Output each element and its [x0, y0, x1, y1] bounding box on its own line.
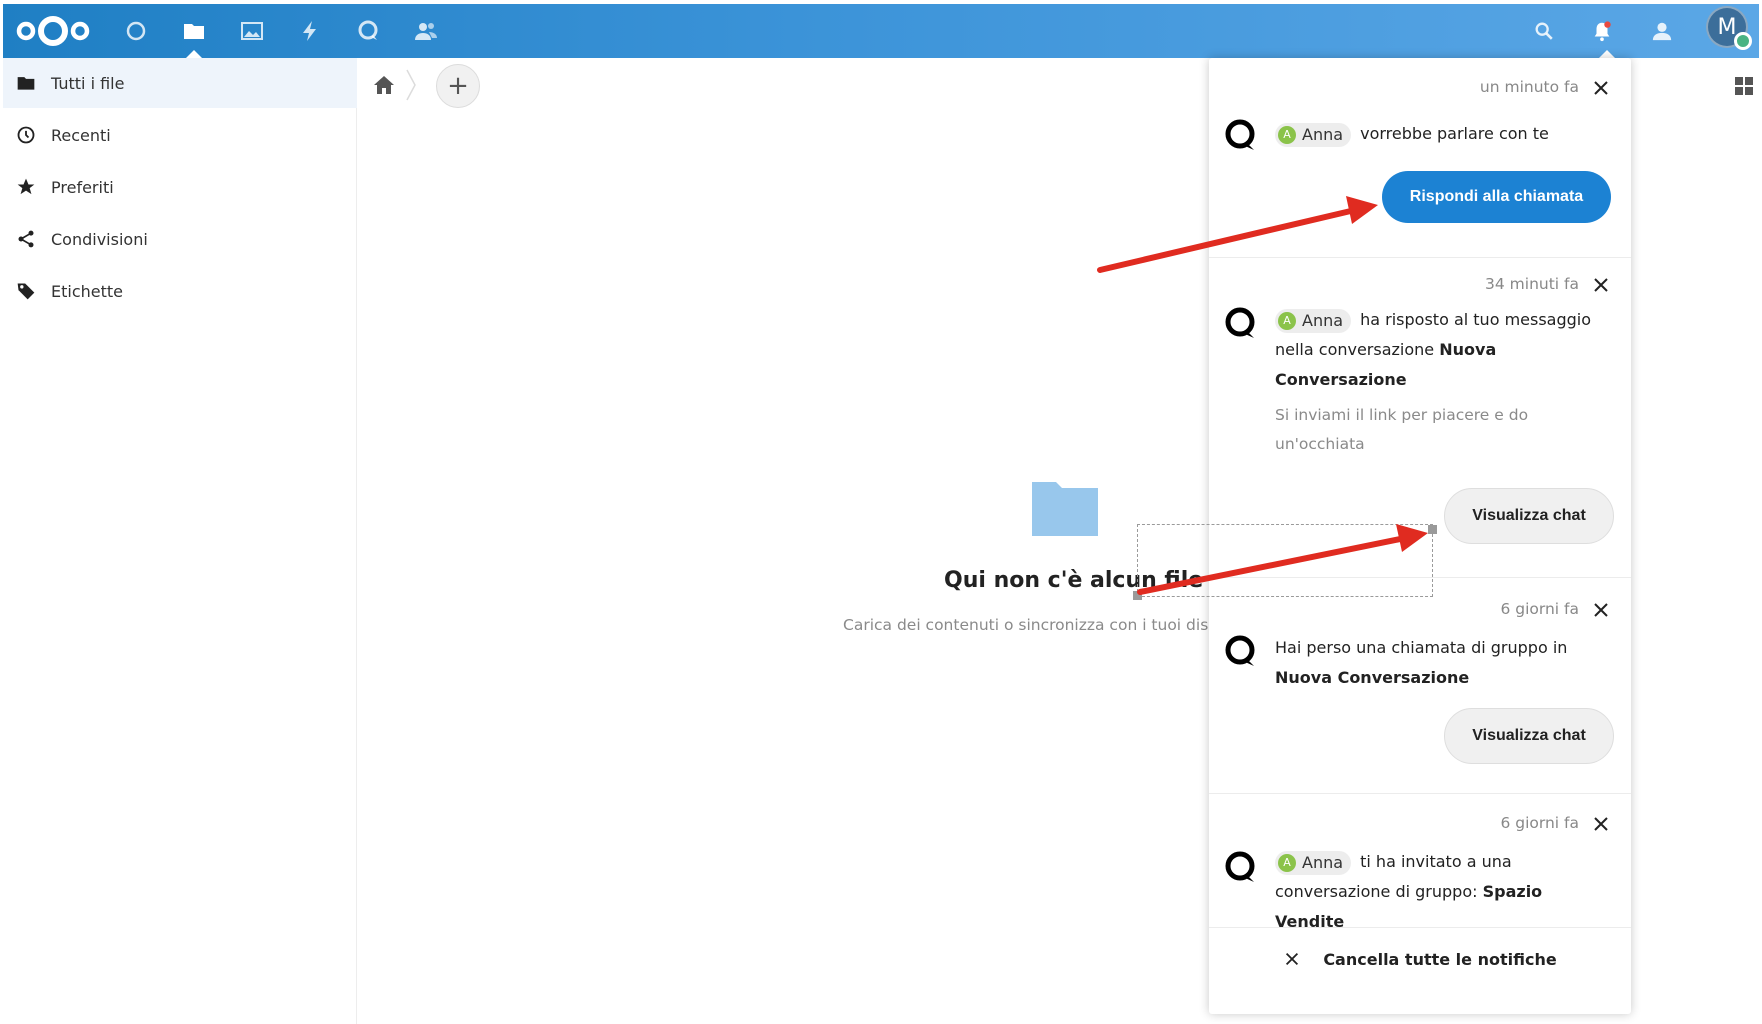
close-icon: [1594, 81, 1608, 95]
dismiss-notification-button[interactable]: [1591, 275, 1611, 295]
app-activity[interactable]: [291, 12, 329, 50]
view-chat-button[interactable]: Visualizza chat: [1444, 488, 1614, 544]
selection-handle: [1133, 591, 1142, 600]
clock-icon: [15, 124, 37, 146]
notification-time: 6 giorni fa: [1500, 600, 1579, 618]
contacts-icon: [415, 23, 437, 40]
user-avatar-small: A: [1278, 311, 1296, 330]
nav-all-files[interactable]: Tutti i file: [3, 58, 357, 108]
user-name: Anna: [1302, 124, 1344, 144]
notification-message: A Anna vorrebbe parlare con te: [1275, 119, 1615, 149]
user-name: Anna: [1302, 310, 1344, 330]
nav-recent[interactable]: Recenti: [3, 110, 357, 160]
user-name: Anna: [1302, 852, 1344, 872]
close-icon: [1594, 278, 1608, 292]
talk-app-icon: [1224, 306, 1258, 340]
close-icon: [1594, 817, 1608, 831]
empty-folder-icon: [1032, 482, 1098, 536]
selection-box: [1137, 524, 1433, 597]
nav-label: Preferiti: [51, 177, 114, 197]
user-chip[interactable]: A Anna: [1275, 308, 1352, 333]
close-icon: [1594, 603, 1608, 617]
bell-icon: [1594, 21, 1611, 42]
avatar-initial: M: [1717, 14, 1737, 40]
view-chat-button[interactable]: Visualizza chat: [1444, 708, 1614, 764]
notification-time: 6 giorni fa: [1500, 814, 1579, 832]
app-contacts[interactable]: [407, 12, 445, 50]
app-files[interactable]: [175, 12, 213, 58]
notifications-button[interactable]: [1583, 12, 1621, 50]
nav-shares[interactable]: Condivisioni: [3, 214, 357, 264]
talk-app-icon: [1224, 850, 1258, 884]
search-icon: [1535, 22, 1553, 40]
star-icon: [15, 176, 37, 198]
dismiss-notification-button[interactable]: [1591, 814, 1611, 834]
search-button[interactable]: [1525, 12, 1563, 50]
talk-app-icon: [1224, 118, 1258, 152]
home-icon[interactable]: [372, 73, 396, 97]
app-talk[interactable]: [349, 12, 387, 50]
user-chip[interactable]: A Anna: [1275, 850, 1352, 875]
answer-call-button[interactable]: Rispondi alla chiamata: [1382, 171, 1611, 223]
notification-item: 6 giorni fa A Anna ti ha invitato a una c…: [1209, 794, 1631, 931]
message-preview: Si inviami il link per piacere e do un'o…: [1275, 406, 1529, 453]
image-icon: [241, 22, 263, 40]
user-avatar-small: A: [1278, 125, 1296, 144]
lightning-icon: [303, 21, 316, 41]
folder-icon: [184, 24, 204, 39]
close-icon: [1286, 952, 1299, 966]
clear-all-label: Cancella tutte le notifiche: [1323, 949, 1557, 969]
top-bar: [3, 4, 1759, 58]
nav-label: Etichette: [51, 281, 123, 301]
conversation-name[interactable]: Nuova Conversazione: [1275, 668, 1469, 687]
selection-handle: [1428, 525, 1437, 534]
nav-label: Recenti: [51, 125, 111, 145]
notification-text: Hai perso una chiamata di gruppo in: [1275, 638, 1568, 657]
breadcrumb-separator: [406, 69, 416, 101]
nextcloud-logo[interactable]: [14, 10, 92, 52]
nav-label: Tutti i file: [51, 73, 125, 93]
notification-message: A Anna ti ha invitato a una conversazione…: [1275, 847, 1615, 937]
circle-icon: [126, 21, 146, 41]
notification-time: un minuto fa: [1479, 78, 1579, 96]
notification-text: vorrebbe parlare con te: [1360, 124, 1549, 143]
notification-message: Hai perso una chiamata di gruppo in Nuov…: [1275, 633, 1615, 693]
notification-item: un minuto fa A Anna vorrebbe parlare con …: [1209, 58, 1631, 258]
app-dashboard[interactable]: [117, 12, 155, 50]
talk-icon: [358, 20, 378, 40]
dismiss-notification-button[interactable]: [1591, 78, 1611, 98]
grid-view-icon[interactable]: [1734, 76, 1754, 96]
clear-all-notifications-button[interactable]: Cancella tutte le notifiche: [1209, 928, 1631, 990]
dismiss-notification-button[interactable]: [1591, 600, 1611, 620]
folder-icon: [15, 72, 37, 94]
new-file-button[interactable]: +: [436, 64, 480, 108]
notification-item: 6 giorni fa Hai perso una chiamata di gr…: [1209, 578, 1631, 794]
nav-favorites[interactable]: Preferiti: [3, 162, 357, 212]
user-chip[interactable]: A Anna: [1275, 122, 1352, 147]
contacts-menu-button[interactable]: [1643, 12, 1681, 50]
talk-app-icon: [1224, 634, 1258, 668]
app-navigation: Tutti i file Recenti Preferiti Condivisi…: [3, 58, 357, 1024]
online-status-dot: [1734, 32, 1752, 50]
nav-label: Condivisioni: [51, 229, 148, 249]
user-avatar-small: A: [1278, 853, 1296, 872]
notification-time: 34 minuti fa: [1485, 275, 1579, 293]
app-photos[interactable]: [233, 12, 271, 50]
tag-icon: [15, 280, 37, 302]
empty-content-subtitle: Carica dei contenuti o sincronizza con i…: [843, 616, 1210, 634]
nav-tags[interactable]: Etichette: [3, 266, 357, 316]
user-icon: [1652, 22, 1672, 41]
notification-message: A Anna ha risposto al tuo messaggio nella…: [1275, 305, 1615, 395]
share-icon: [15, 228, 37, 250]
